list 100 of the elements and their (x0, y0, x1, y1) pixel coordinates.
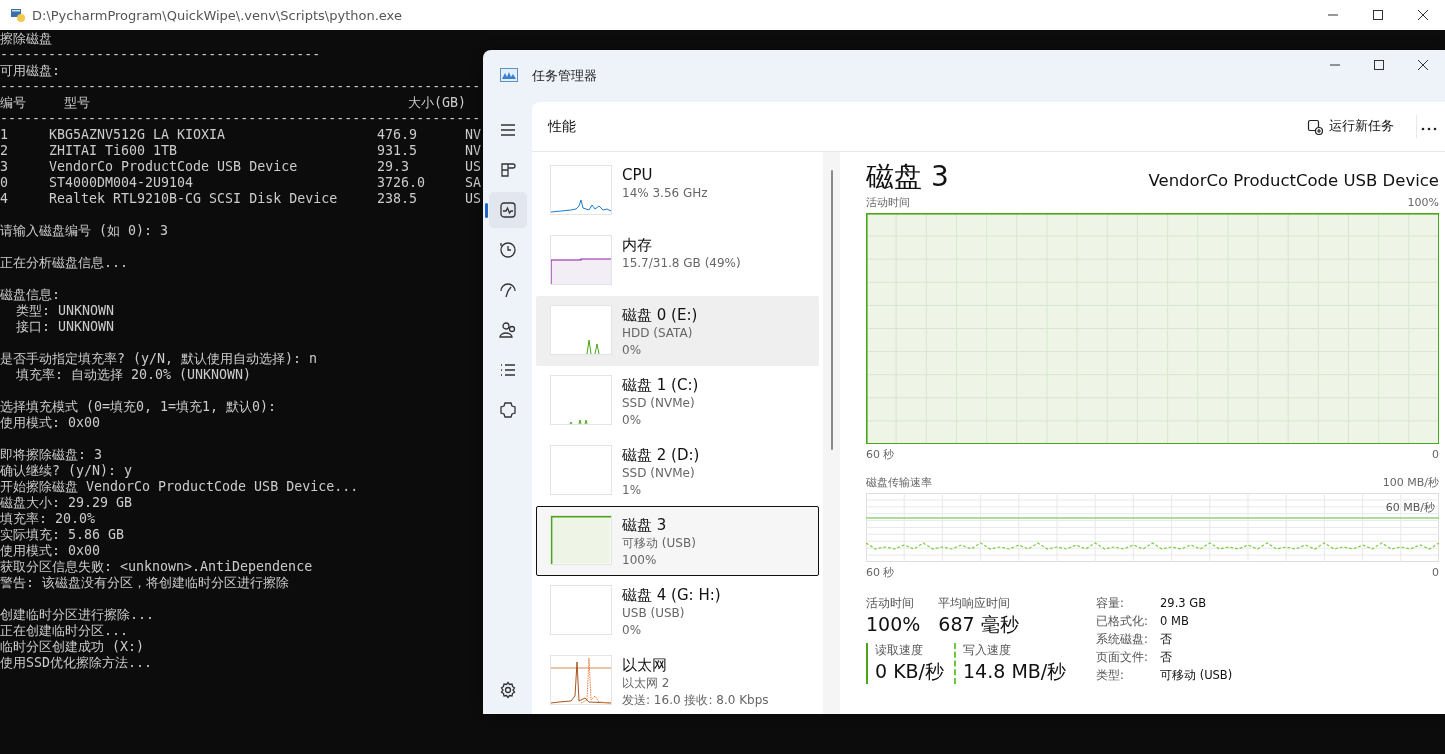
table-cell-text: ZHITAI Ti600 1TB (49, 143, 179, 159)
table-cell-text: 3 (0, 159, 9, 175)
stat-label: 活动时间 (866, 596, 915, 611)
console-line: 是否手动指定填充率? (y/N, 默认使用自动选择): n (0, 351, 319, 367)
device-name: CPU (622, 165, 654, 185)
console-line: 类型: UNKNOWN (15, 303, 116, 319)
axis-label: 0 (1432, 448, 1439, 462)
device-item[interactable]: 磁盘 1 (C:) SSD (NVMe) 0% (536, 366, 819, 436)
device-item[interactable]: 磁盘 4 (G: H:) USB (USB) 0% (536, 576, 819, 646)
console-rule: ------------------------------------------------------------ (0, 79, 482, 95)
console-line: 填充率: 自动选择 20.0% (UNKNOWN) (15, 367, 253, 383)
axis-label: 0 (1432, 566, 1439, 580)
device-name: 磁盘 2 (D:) (622, 445, 700, 465)
device-usage: 0% (622, 622, 643, 639)
axis-max: 100 MB/秒 (1382, 476, 1439, 490)
scrollbar[interactable] (830, 170, 833, 450)
console-line: 即将擦除磁盘: 3 (0, 447, 104, 463)
console-line: 创建临时分区进行擦除... (0, 607, 156, 623)
close-icon[interactable] (1418, 60, 1428, 70)
maximize-icon[interactable] (1374, 60, 1384, 70)
users-icon (498, 321, 517, 339)
console-rule: ---------------------------------------- (0, 47, 322, 63)
console-line: 填充率: 20.0% (0, 511, 97, 527)
chart-label: 磁盘传输速率 (866, 476, 932, 490)
device-type: 15.7/31.8 GB (49%) (622, 255, 741, 272)
property-label: 已格式化: (1096, 614, 1149, 629)
usage-graph (550, 165, 612, 215)
more-icon (1421, 127, 1437, 131)
console-rule: ------------------------------------------------------------ (0, 111, 482, 127)
device-name: 磁盘 4 (G: H:) (622, 585, 721, 605)
console-line: 选择填充模式 (0=填充0, 1=填充1, 默认0): (0, 399, 278, 415)
console-line: 请输入磁盘编号 (如 0): 3 (0, 223, 170, 239)
line-label: 60 MB/秒 (1385, 500, 1435, 515)
device-usage: 0% (622, 342, 643, 359)
settings-icon (498, 681, 517, 699)
console-line: 磁盘信息: (0, 287, 61, 303)
usage-graph (550, 305, 612, 355)
column-header: 编号 (0, 95, 27, 111)
device-item[interactable]: 磁盘 2 (D:) SSD (NVMe) 1% (536, 436, 819, 506)
table-cell-text: NV (465, 127, 482, 143)
console-line: 正在创建临时分区... (0, 623, 130, 639)
console-line: 警告: 该磁盘没有分区，将创建临时分区进行擦除 (0, 575, 290, 591)
device-model: VendorCo ProductCode USB Device (1148, 171, 1439, 190)
property-value: 否 (1160, 632, 1173, 647)
device-name: 磁盘 1 (C:) (622, 375, 699, 395)
table-cell-text: 0 (0, 175, 9, 191)
property-value: 否 (1160, 650, 1173, 665)
table-cell-text: NV (465, 143, 482, 159)
device-usage: 1% (622, 482, 643, 499)
property-label: 类型: (1096, 668, 1125, 683)
property-label: 系统磁盘: (1096, 632, 1149, 647)
usage-graph (550, 515, 612, 565)
stat-value: 0 KB/秒 (875, 659, 945, 684)
list-icon (498, 361, 517, 379)
add-window-icon (1307, 118, 1323, 135)
device-type: USB (USB) (622, 605, 686, 622)
gauge-icon (498, 281, 517, 299)
chart-icon (500, 68, 518, 82)
close-icon[interactable] (1417, 10, 1428, 20)
run-task-button[interactable]: 运行新任务 (1299, 112, 1402, 141)
property-value: 可移动 (USB) (1160, 668, 1233, 683)
device-item[interactable]: 内存 15.7/31.8 GB (49%) (536, 226, 819, 296)
device-usage: 发送: 16.0 接收: 8.0 Kbps (622, 692, 769, 709)
stat-value: 14.8 MB/秒 (963, 659, 1067, 684)
console-line: 使用模式: 0x00 (0, 415, 102, 431)
device-type: SSD (NVMe) (622, 395, 696, 412)
chart-label: 活动时间 (866, 196, 910, 210)
stat-label: 读取速度 (875, 643, 924, 658)
device-item[interactable]: 磁盘 3 可移动 (USB) 100% (536, 506, 819, 576)
device-name: 内存 (622, 235, 653, 255)
table-cell-text: 3726.0 (377, 175, 427, 191)
table-cell-text: 238.5 (377, 191, 419, 207)
device-type: SSD (NVMe) (622, 465, 696, 482)
usage-graph (550, 235, 612, 285)
console-line: 获取分区信息失败: <unknown>.AntiDependence (0, 559, 314, 575)
column-header: 型号 (64, 95, 91, 111)
table-cell-text: 931.5 (377, 143, 419, 159)
device-type: HDD (SATA) (622, 325, 694, 342)
device-item[interactable]: 以太网 以太网 2 发送: 16.0 接收: 8.0 Kbps (536, 646, 819, 714)
maximize-icon[interactable] (1372, 10, 1383, 20)
table-cell-text: 476.9 (377, 127, 419, 143)
axis-max: 100% (1407, 196, 1439, 210)
stat-label: 写入速度 (963, 643, 1013, 658)
axis-label: 60 秒 (866, 566, 895, 580)
device-name: 磁盘 3 (622, 515, 668, 535)
window-title: D:\PycharmProgram\QuickWipe\.venv\Scripts\python.exe (32, 7, 403, 23)
property-value: 0 MB (1160, 614, 1190, 629)
table-cell-text: US (465, 159, 482, 175)
device-item[interactable]: 磁盘 0 (E:) HDD (SATA) 0% (536, 296, 819, 366)
stat-value: 687 毫秒 (938, 612, 1019, 637)
console-line: 开始擦除磁盘 VendorCo ProductCode USB Device... (0, 479, 360, 495)
device-item[interactable]: CPU 14% 3.56 GHz (536, 156, 819, 226)
device-usage: 100% (622, 552, 658, 569)
usage-graph (550, 585, 612, 635)
console-line: 使用SSD优化擦除方法... (0, 655, 154, 671)
property-label: 容量: (1096, 596, 1125, 611)
table-cell-text: 29.3 (377, 159, 411, 175)
table-cell-text: ST4000DM004-2U9104 (49, 175, 195, 191)
table-cell-text: 4 (0, 191, 9, 207)
device-type: 以太网 2 (622, 675, 671, 692)
